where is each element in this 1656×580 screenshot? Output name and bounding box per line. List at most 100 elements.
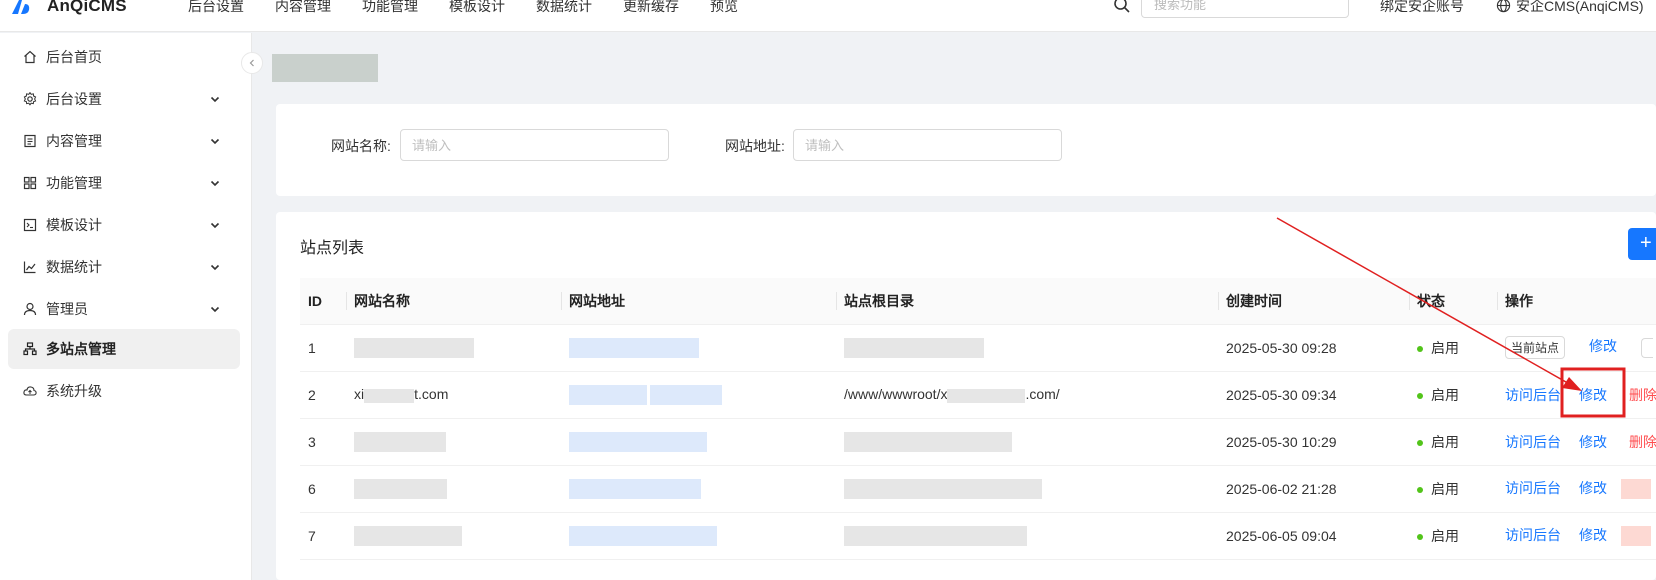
redacted-link[interactable] xyxy=(650,384,722,405)
cell-root-dir xyxy=(836,512,1218,560)
current-site-link[interactable]: 安企CMS(AnqiCMS) xyxy=(1516,0,1644,16)
sidebar-item-upgrade[interactable]: 系统升级 xyxy=(8,371,240,411)
visit-admin-link[interactable]: 访问后台 xyxy=(1505,434,1561,450)
brand-name: AnQiCMS xyxy=(47,0,127,15)
sidebar-item-admins[interactable]: 管理员 xyxy=(8,289,240,329)
redacted-link[interactable] xyxy=(569,384,647,405)
chevron-down-icon xyxy=(210,138,220,145)
cell-site-name xyxy=(346,512,561,560)
search-input[interactable] xyxy=(1141,0,1349,18)
edit-link[interactable]: 修改 xyxy=(1579,387,1607,403)
bind-account-link[interactable]: 绑定安企账号 xyxy=(1380,0,1464,16)
nav-statistics[interactable]: 数据统计 xyxy=(536,0,592,16)
redacted-delete-link[interactable] xyxy=(1621,526,1651,547)
logo-icon xyxy=(12,0,30,14)
document-icon xyxy=(24,134,36,148)
cell-root-dir xyxy=(836,324,1218,372)
search-icon[interactable] xyxy=(1113,0,1131,14)
redacted-text xyxy=(364,388,415,403)
table-row: 3 2025-05-30 10:29 启用 访问后台 修改 删除 xyxy=(300,418,1656,466)
status-text: 启用 xyxy=(1431,480,1459,497)
chevron-left-icon xyxy=(249,59,254,67)
cell-site-url[interactable] xyxy=(561,371,836,419)
cell-status: 启用 xyxy=(1409,371,1497,419)
visit-admin-link[interactable]: 访问后台 xyxy=(1505,480,1561,496)
sidebar-item-label: 后台首页 xyxy=(46,49,102,65)
sidebar-item-label: 数据统计 xyxy=(46,259,102,275)
nav-settings[interactable]: 后台设置 xyxy=(188,0,244,16)
delete-link[interactable]: 删除 xyxy=(1629,387,1656,403)
chevron-down-icon xyxy=(210,96,220,103)
cell-actions: 访问后台 修改 xyxy=(1497,465,1656,513)
terminal-icon xyxy=(23,218,37,232)
site-list-title: 站点列表 xyxy=(300,240,365,257)
cell-site-url[interactable] xyxy=(561,512,836,560)
edit-link[interactable]: 修改 xyxy=(1579,527,1607,543)
redacted-text xyxy=(354,431,446,452)
sidebar-item-label: 多站点管理 xyxy=(46,341,116,357)
root-dir-prefix: /www/wwwroot/x xyxy=(844,386,948,403)
cell-id: 3 xyxy=(300,418,346,466)
delete-link[interactable]: 删除 xyxy=(1629,434,1656,450)
visit-admin-link[interactable]: 访问后台 xyxy=(1505,387,1561,403)
nav-preview[interactable]: 预览 xyxy=(710,0,738,16)
cell-status: 启用 xyxy=(1409,324,1497,372)
cell-created-at: 2025-05-30 09:28 xyxy=(1218,324,1409,372)
redacted-link[interactable] xyxy=(569,431,707,452)
table-header-row: ID 网站名称 网站地址 站点根目录 创建时间 状态 操作 xyxy=(300,278,1656,325)
cell-id: 2 xyxy=(300,371,346,419)
redacted-link[interactable] xyxy=(569,525,717,546)
cloud-icon xyxy=(23,386,37,396)
edit-link[interactable]: 修改 xyxy=(1579,480,1607,496)
sidebar-item-settings[interactable]: 后台设置 xyxy=(8,79,240,119)
col-site-url: 网站地址 xyxy=(561,278,836,325)
cell-created-at: 2025-06-05 09:04 xyxy=(1218,512,1409,560)
redacted-delete-link[interactable] xyxy=(1621,479,1651,500)
redacted-link[interactable] xyxy=(569,337,699,358)
nav-features[interactable]: 功能管理 xyxy=(362,0,418,16)
cell-actions: 访问后台 修改 删除 xyxy=(1497,418,1656,466)
cell-site-url[interactable] xyxy=(561,465,836,513)
cell-status: 启用 xyxy=(1409,418,1497,466)
sidebar-item-content[interactable]: 内容管理 xyxy=(8,121,240,161)
action-button-partial[interactable] xyxy=(1641,337,1654,358)
edit-link[interactable]: 修改 xyxy=(1589,338,1617,354)
col-site-name: 网站名称 xyxy=(346,278,561,325)
status-text: 启用 xyxy=(1431,433,1459,450)
cell-root-dir: /www/wwwroot/x .com/ xyxy=(836,371,1218,419)
visit-admin-link[interactable]: 访问后台 xyxy=(1505,527,1561,543)
site-name-prefix: xi xyxy=(354,386,365,403)
redacted-text xyxy=(844,431,1012,452)
sidebar-collapse-button[interactable] xyxy=(241,52,263,74)
sidebar-item-multisite[interactable]: 多站点管理 xyxy=(8,329,240,369)
nav-content[interactable]: 内容管理 xyxy=(275,0,331,16)
chevron-down-icon xyxy=(210,222,220,229)
site-url-input[interactable] xyxy=(793,129,1062,161)
globe-icon xyxy=(1496,0,1511,13)
nav-templates[interactable]: 模板设计 xyxy=(449,0,505,16)
cell-actions: 当前站点 修改 xyxy=(1497,324,1656,372)
site-name-input[interactable] xyxy=(400,129,669,161)
redacted-link[interactable] xyxy=(569,478,701,499)
cell-site-url[interactable] xyxy=(561,324,836,372)
nav-refresh-cache[interactable]: 更新缓存 xyxy=(623,0,679,16)
sidebar-item-label: 模板设计 xyxy=(46,217,102,233)
sidebar-item-statistics[interactable]: 数据统计 xyxy=(8,247,240,287)
cell-site-url[interactable] xyxy=(561,418,836,466)
cell-id: 7 xyxy=(300,512,346,560)
sidebar-item-dashboard[interactable]: 后台首页 xyxy=(8,37,240,77)
cell-status: 启用 xyxy=(1409,512,1497,560)
gear-icon xyxy=(23,92,37,106)
sidebar-item-label: 系统升级 xyxy=(46,383,102,399)
status-dot xyxy=(1417,392,1423,399)
redacted-text xyxy=(844,337,984,358)
sidebar-item-templates[interactable]: 模板设计 xyxy=(8,205,240,245)
cell-site-name xyxy=(346,324,561,372)
sidebar-item-features[interactable]: 功能管理 xyxy=(8,163,240,203)
current-site-button[interactable]: 当前站点 xyxy=(1505,336,1566,359)
chevron-down-icon xyxy=(210,180,220,187)
edit-link[interactable]: 修改 xyxy=(1579,434,1607,450)
chevron-down-icon xyxy=(210,306,220,313)
add-site-button[interactable]: + xyxy=(1628,228,1656,260)
table-row: 1 2025-05-30 09:28 启用 当前站点 修改 xyxy=(300,324,1656,372)
